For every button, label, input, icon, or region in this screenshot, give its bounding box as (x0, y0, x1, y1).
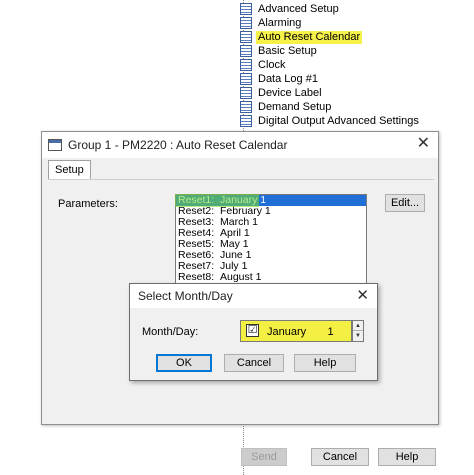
tree-item-label: Basic Setup (258, 44, 317, 57)
tree-item-label: Alarming (258, 16, 302, 29)
close-icon[interactable]: ✕ (417, 135, 430, 153)
tree-item-label: Advanced Setup (258, 2, 339, 15)
spin-down-icon[interactable]: ▼ (353, 331, 363, 341)
tree-item-device-label[interactable]: Device Label (240, 86, 324, 100)
subdialog-help-button[interactable]: Help (294, 354, 356, 372)
config-icon (240, 87, 252, 99)
date-spinner[interactable]: ▲ ▼ (352, 320, 364, 342)
config-icon (240, 59, 252, 71)
tree-item-alarming[interactable]: Alarming (240, 16, 303, 30)
config-icon (240, 31, 252, 43)
tree-item-digital-output-advanced-settings[interactable]: Digital Output Advanced Settings (240, 114, 421, 128)
picker-day[interactable]: 1 (328, 326, 334, 338)
list-item[interactable]: Reset8: August 1 (176, 272, 366, 283)
select-month-day-dialog: Select Month/Day ✕ Month/Day: ☑ January … (129, 283, 378, 381)
picker-value[interactable]: January 1 (267, 326, 334, 338)
subdialog-title: Select Month/Day (138, 289, 233, 303)
month-day-label: Month/Day: (142, 326, 199, 338)
window-icon (48, 139, 62, 151)
spin-up-icon[interactable]: ▲ (353, 321, 363, 331)
parameters-label: Parameters: (58, 198, 118, 210)
config-icon (240, 3, 252, 15)
help-button[interactable]: Help (378, 448, 436, 466)
send-button[interactable]: Send (241, 448, 287, 466)
tree-item-label: Clock (258, 58, 286, 71)
dialog-title: Group 1 - PM2220 : Auto Reset Calendar (68, 138, 288, 152)
config-icon (240, 73, 252, 85)
dialog-titlebar[interactable]: Group 1 - PM2220 : Auto Reset Calendar ✕ (42, 132, 438, 158)
close-icon[interactable]: ✕ (356, 284, 369, 308)
ok-button[interactable]: OK (156, 354, 212, 372)
tree-item-label: Digital Output Advanced Settings (258, 114, 419, 127)
config-icon (240, 17, 252, 29)
tree-item-auto-reset-calendar[interactable]: Auto Reset Calendar (240, 30, 363, 44)
tree-item-data-log-1[interactable]: Data Log #1 (240, 72, 320, 86)
cancel-button[interactable]: Cancel (311, 448, 369, 466)
tab-strip: Setup (48, 160, 432, 180)
tree-item-advanced-setup[interactable]: Advanced Setup (240, 2, 341, 16)
enable-checkbox[interactable]: ☑ (246, 324, 259, 337)
subdialog-titlebar[interactable]: Select Month/Day ✕ (130, 284, 377, 308)
tab-setup[interactable]: Setup (48, 160, 91, 179)
config-icon (240, 101, 252, 113)
config-icon (240, 45, 252, 57)
tree-item-label: Device Label (258, 86, 322, 99)
tree-item-basic-setup[interactable]: Basic Setup (240, 44, 319, 58)
parameters-listbox[interactable]: Reset1: January 1 Reset2: February 1 Reset… (175, 194, 367, 286)
tree-item-clock[interactable]: Clock (240, 58, 288, 72)
tree-item-label: Demand Setup (258, 100, 332, 113)
edit-button[interactable]: Edit... (385, 194, 425, 212)
tree-item-label: Data Log #1 (258, 72, 318, 85)
tree-item-label: Auto Reset Calendar (256, 30, 363, 44)
picker-month[interactable]: January (267, 326, 306, 338)
tree-item-demand-setup[interactable]: Demand Setup (240, 100, 333, 114)
config-icon (240, 115, 252, 127)
subdialog-cancel-button[interactable]: Cancel (224, 354, 284, 372)
